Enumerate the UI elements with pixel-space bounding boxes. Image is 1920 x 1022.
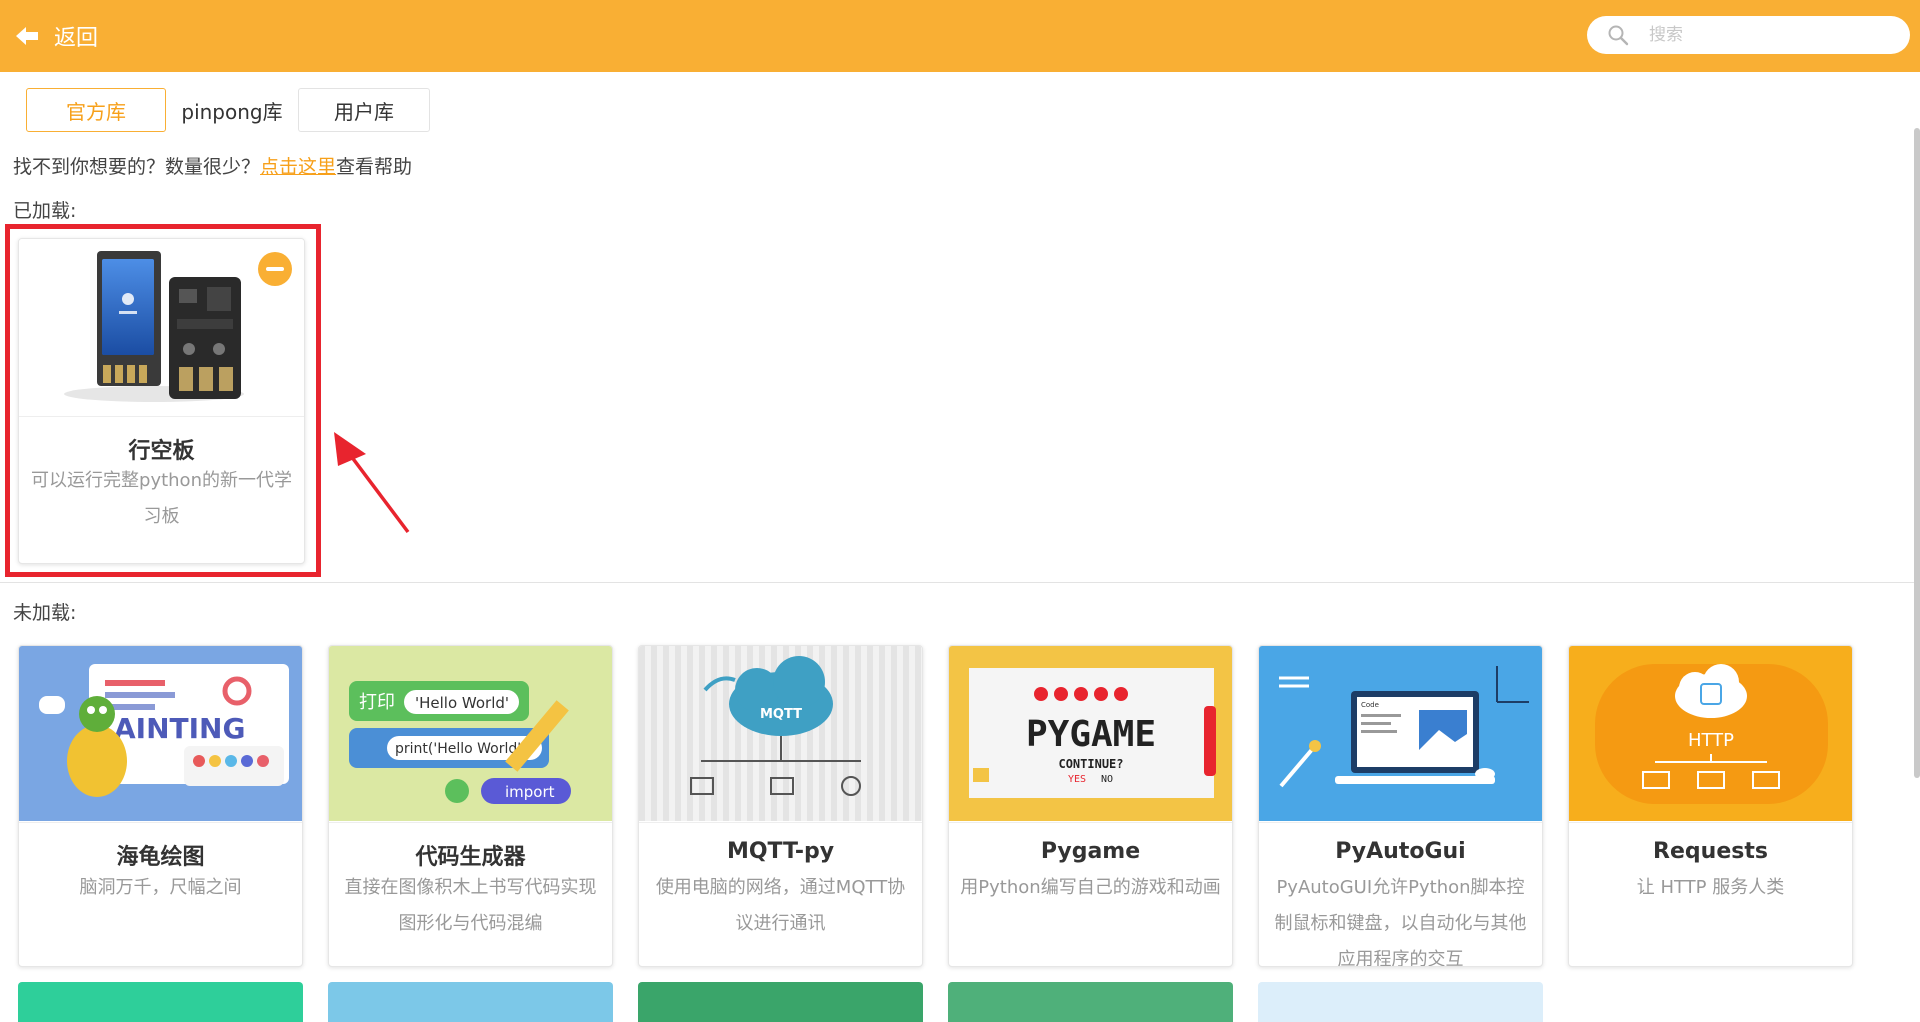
card-separator — [949, 822, 1232, 823]
library-card-pygame[interactable]: PYGAME CONTINUE? YES NO Pygame 用Python编写… — [948, 645, 1233, 967]
card-title: 海龟绘图 — [116, 845, 205, 870]
card-title: MQTT-py — [726, 839, 835, 864]
search-box[interactable] — [1587, 16, 1910, 54]
card-title: 代码生成器 — [415, 845, 526, 870]
library-card-requests[interactable]: HTTP Requests 让 HTTP 服务人类 — [1568, 645, 1853, 967]
turtle-thumbnail: AINTING — [19, 646, 302, 821]
unloaded-section-label: 未加载: — [13, 602, 77, 624]
help-suffix: 查看帮助 — [336, 156, 413, 178]
library-card-partial[interactable] — [948, 982, 1233, 1022]
code-generator-thumbnail: 打印 'Hello World' print('Hello World') im… — [329, 646, 612, 821]
tab-pinpong-library[interactable]: pinpong库 — [166, 88, 298, 132]
card-description: 用Python编写自己的游戏和动画 — [960, 877, 1221, 898]
thumb-text-no: NO — [1101, 774, 1113, 785]
library-card-pyautogui[interactable]: Code PyAutoGui PyAutoGUI允许Python脚本控制鼠标和键… — [1258, 645, 1543, 967]
card-title: PyAutoGui — [1335, 839, 1466, 864]
library-card-partial[interactable] — [638, 982, 923, 1022]
requests-thumbnail: HTTP — [1569, 646, 1852, 821]
top-bar: 返回 — [0, 0, 1920, 72]
arrow-left-icon — [16, 27, 38, 45]
search-icon — [1608, 25, 1629, 46]
help-line: 找不到你想要的？数量很少？点击这里查看帮助 — [13, 152, 412, 179]
pyautogui-thumbnail: Code — [1259, 646, 1542, 821]
thumb-text-print-code: print('Hello World') — [395, 741, 527, 757]
library-card-mqtt[interactable]: MQTT MQTT-py 使用电脑的网络，通过MQTT协议进行通讯 — [638, 645, 923, 967]
thumb-text-pygame: PYGAME — [1026, 714, 1156, 755]
help-prefix: 找不到你想要的？数量很少？ — [13, 156, 261, 178]
highlight-box — [5, 224, 321, 577]
card-separator — [329, 822, 612, 823]
mqtt-thumbnail: MQTT — [639, 646, 922, 821]
loaded-section-label: 已加载: — [13, 200, 77, 222]
card-description: 让 HTTP 服务人类 — [1636, 877, 1785, 898]
card-separator — [639, 822, 922, 823]
card-title: Pygame — [1040, 839, 1141, 864]
help-link[interactable]: 点击这里 — [260, 156, 336, 178]
card-description: PyAutoGUI允许Python脚本控制鼠标和键盘，以自动化与其他应用程序的交… — [1274, 877, 1527, 967]
thumb-text-yes: YES — [1068, 774, 1086, 785]
card-separator — [1259, 822, 1542, 823]
pygame-thumbnail: PYGAME CONTINUE? YES NO — [949, 646, 1232, 821]
scrollbar[interactable] — [1914, 128, 1920, 778]
card-description: 脑洞万千，尺幅之间 — [79, 877, 242, 898]
library-card-partial[interactable] — [18, 982, 303, 1022]
library-card-partial[interactable] — [1258, 982, 1543, 1022]
thumb-text-http: HTTP — [1688, 730, 1734, 751]
card-description: 直接在图像积木上书写代码实现图形化与代码混编 — [344, 877, 597, 934]
thumb-text-code: Code — [1361, 701, 1379, 709]
library-tabs: 官方库 pinpong库 用户库 — [26, 88, 430, 132]
thumb-text-continue: CONTINUE? — [1058, 757, 1123, 771]
back-label: 返回 — [54, 26, 99, 51]
red-arrow-icon — [334, 432, 410, 534]
search-input[interactable] — [1649, 25, 1899, 45]
library-card-turtle[interactable]: AINTING 海龟绘图 脑洞万千，尺幅之间 — [18, 645, 303, 967]
tab-user-library[interactable]: 用户库 — [298, 88, 430, 132]
library-card-partial[interactable] — [328, 982, 613, 1022]
thumb-text-painting: AINTING — [114, 712, 245, 745]
tab-official-library[interactable]: 官方库 — [26, 88, 166, 132]
section-divider — [0, 582, 1914, 583]
library-card-code-generator[interactable]: 打印 'Hello World' print('Hello World') im… — [328, 645, 613, 967]
thumb-text-mqtt: MQTT — [760, 707, 802, 722]
thumb-text-import: import — [505, 783, 555, 801]
card-separator — [19, 822, 302, 823]
thumb-text-print-cn: 打印 — [359, 692, 395, 713]
back-button[interactable]: 返回 — [14, 20, 98, 52]
card-title: Requests — [1653, 839, 1768, 864]
card-description: 使用电脑的网络，通过MQTT协议进行通讯 — [655, 877, 906, 934]
thumb-text-hello: 'Hello World' — [415, 694, 509, 712]
card-separator — [1569, 822, 1852, 823]
